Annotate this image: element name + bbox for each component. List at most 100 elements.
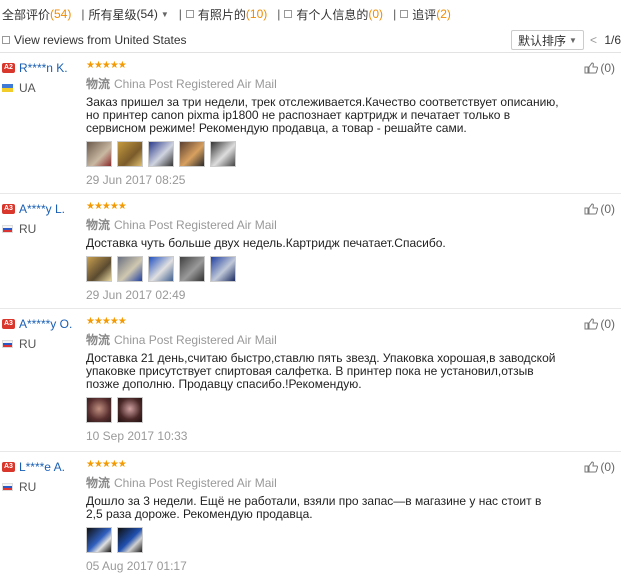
filter-followup-label: 追评 bbox=[412, 7, 437, 22]
review-user: A3 L****e A. RU bbox=[2, 460, 82, 494]
review-text: Дошло за 3 недели. Ещё не работали, взял… bbox=[86, 494, 542, 521]
flag-ru-icon bbox=[2, 483, 13, 491]
filter-stars-count: (54) bbox=[136, 7, 158, 21]
buyer-level-badge: A3 bbox=[2, 462, 15, 472]
filter-photos-count: (10) bbox=[245, 7, 268, 21]
filter-with-personal-info[interactable]: 有个人信息的 (0) bbox=[284, 6, 383, 23]
review-photos bbox=[86, 141, 561, 167]
helpful-button[interactable]: (0) bbox=[584, 317, 615, 331]
review-photo[interactable] bbox=[86, 397, 112, 423]
review-photo[interactable] bbox=[86, 256, 112, 282]
helpful-count: (0) bbox=[600, 460, 615, 474]
review-photo[interactable] bbox=[117, 527, 143, 553]
filter-with-photos[interactable]: 有照片的 (10) bbox=[185, 6, 268, 23]
flag-ua-icon bbox=[2, 84, 13, 92]
reviewer-name[interactable]: L****e A. bbox=[19, 460, 65, 474]
filter-followup-count: (2) bbox=[436, 7, 451, 21]
shipping-label: 物流 bbox=[86, 218, 111, 232]
shipping-label: 物流 bbox=[86, 476, 111, 490]
review-photo[interactable] bbox=[210, 141, 236, 167]
shipping-value: China Post Registered Air Mail bbox=[114, 476, 277, 490]
reviewer-name[interactable]: A*****y O. bbox=[19, 317, 72, 331]
review-date: 29 Jun 2017 08:25 bbox=[86, 173, 186, 187]
review-text: Заказ пришел за три недели, трек отслежи… bbox=[86, 95, 559, 135]
sub-toolbar: View reviews from United States 默认排序 ▼ <… bbox=[0, 28, 621, 53]
filter-star-level-dropdown[interactable]: 所有星级 (54) ▼ bbox=[88, 6, 168, 23]
filter-bar: 全部评价 (54) | 所有星级 (54) ▼ | 有照片的 (10) | 有个… bbox=[0, 0, 621, 28]
buyer-level-badge: A3 bbox=[2, 204, 15, 214]
helpful-button[interactable]: (0) bbox=[584, 202, 615, 216]
shipping-value: China Post Registered Air Mail bbox=[114, 333, 277, 347]
filter-separator: | bbox=[178, 7, 182, 21]
flag-ru-icon bbox=[2, 225, 13, 233]
helpful-count: (0) bbox=[600, 202, 615, 216]
helpful-count: (0) bbox=[600, 317, 615, 331]
filter-separator: | bbox=[277, 7, 281, 21]
review-date: 05 Aug 2017 01:17 bbox=[86, 559, 187, 573]
pagination: < 1/6 bbox=[590, 33, 621, 47]
reviewer-name[interactable]: A****y L. bbox=[19, 202, 65, 216]
review-photo[interactable] bbox=[210, 256, 236, 282]
us-reviews-filter[interactable]: View reviews from United States bbox=[2, 33, 187, 47]
review-photo[interactable] bbox=[179, 141, 205, 167]
helpful-button[interactable]: (0) bbox=[584, 61, 615, 75]
review-photo[interactable] bbox=[148, 256, 174, 282]
personal-info-checkbox[interactable] bbox=[284, 10, 293, 18]
shipping-label: 物流 bbox=[86, 333, 111, 347]
review-photos bbox=[86, 397, 561, 423]
review-photo[interactable] bbox=[179, 256, 205, 282]
review-item: A3 A*****y O. RU ★★★★★ 物流 China Post Regi… bbox=[0, 309, 621, 452]
filter-followup[interactable]: 追评 (2) bbox=[400, 6, 451, 23]
shipping-method: 物流 China Post Registered Air Mail bbox=[86, 216, 561, 233]
filter-personal-count: (0) bbox=[368, 7, 384, 21]
sort-dropdown[interactable]: 默认排序 ▼ bbox=[511, 30, 584, 50]
helpful-button[interactable]: (0) bbox=[584, 460, 615, 474]
chevron-down-icon: ▼ bbox=[569, 35, 577, 45]
us-reviews-label: View reviews from United States bbox=[14, 33, 187, 47]
photos-checkbox[interactable] bbox=[185, 10, 194, 18]
review-item: A3 L****e A. RU ★★★★★ 物流 China Post Regis… bbox=[0, 452, 621, 577]
shipping-method: 物流 China Post Registered Air Mail bbox=[86, 331, 561, 348]
shipping-value: China Post Registered Air Mail bbox=[114, 218, 277, 232]
reviewer-country: RU bbox=[19, 222, 37, 236]
reviewer-name[interactable]: R****n K. bbox=[19, 61, 68, 75]
star-rating: ★★★★★ bbox=[86, 60, 127, 71]
shipping-method: 物流 China Post Registered Air Mail bbox=[86, 75, 561, 92]
chevron-down-icon: ▼ bbox=[160, 9, 169, 19]
filter-separator: | bbox=[393, 7, 397, 21]
us-reviews-checkbox[interactable] bbox=[2, 36, 10, 44]
review-item: A3 A****y L. RU ★★★★★ 物流 China Post Regis… bbox=[0, 194, 621, 309]
filter-separator: | bbox=[81, 7, 85, 21]
review-user: A2 R****n K. UA bbox=[2, 61, 82, 95]
star-rating: ★★★★★ bbox=[86, 459, 127, 470]
review-photo[interactable] bbox=[86, 141, 112, 167]
review-photo[interactable] bbox=[117, 141, 143, 167]
review-photo[interactable] bbox=[86, 527, 112, 553]
review-date: 10 Sep 2017 10:33 bbox=[86, 429, 188, 443]
review-photo[interactable] bbox=[117, 397, 143, 423]
filter-all-count: (54) bbox=[50, 7, 72, 21]
followup-checkbox[interactable] bbox=[400, 10, 409, 18]
reviewer-country: RU bbox=[19, 480, 37, 494]
buyer-level-badge: A3 bbox=[2, 319, 15, 329]
review-text: Доставка 21 день,считаю быстро,ставлю пя… bbox=[86, 351, 556, 391]
filter-all[interactable]: 全部评价 (54) bbox=[2, 6, 71, 23]
filter-personal-label: 有个人信息的 bbox=[296, 7, 369, 22]
review-photo[interactable] bbox=[148, 141, 174, 167]
review-photos bbox=[86, 256, 561, 282]
thumbs-up-icon bbox=[584, 203, 599, 215]
filter-stars-label: 所有星级 bbox=[88, 7, 137, 22]
review-user: A3 A****y L. RU bbox=[2, 202, 82, 236]
helpful-count: (0) bbox=[600, 61, 615, 75]
review-photos bbox=[86, 527, 561, 553]
thumbs-up-icon bbox=[584, 62, 599, 74]
filter-all-label: 全部评价 bbox=[2, 7, 51, 22]
shipping-method: 物流 China Post Registered Air Mail bbox=[86, 474, 561, 491]
shipping-value: China Post Registered Air Mail bbox=[114, 77, 277, 91]
filter-photos-label: 有照片的 bbox=[197, 7, 246, 22]
reviewer-country: RU bbox=[19, 337, 37, 351]
prev-page-icon[interactable]: < bbox=[590, 33, 597, 47]
review-photo[interactable] bbox=[117, 256, 143, 282]
flag-ru-icon bbox=[2, 340, 13, 348]
star-rating: ★★★★★ bbox=[86, 201, 127, 212]
